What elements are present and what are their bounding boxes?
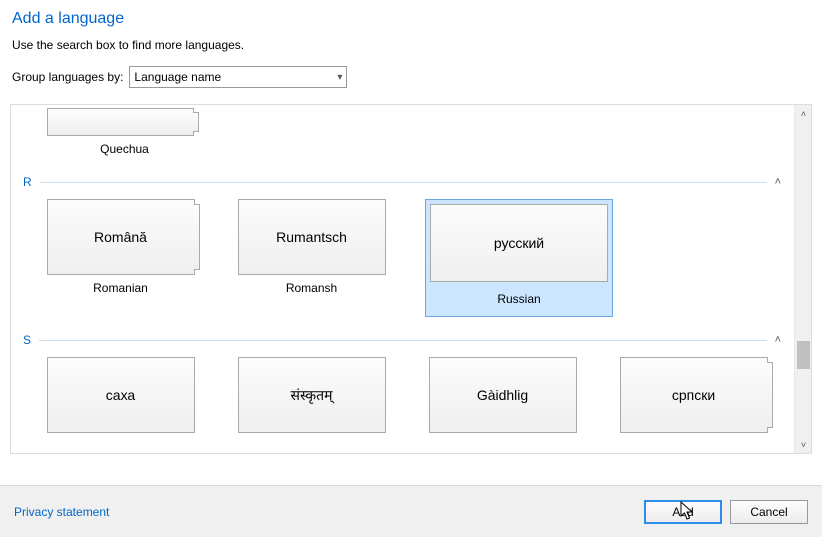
group-by-value: Language name: [134, 70, 221, 84]
language-tile-romansh[interactable]: Rumantsch Romansh: [234, 199, 389, 317]
language-tile-label: Quechua: [47, 142, 202, 156]
footer-bar: Privacy statement Add Cancel: [0, 485, 822, 537]
language-tile-gaelic[interactable]: Gàidhlig: [425, 357, 580, 433]
language-english-label: Romansh: [286, 281, 337, 295]
language-tile-serbian[interactable]: српски: [616, 357, 771, 433]
section-divider: [39, 340, 767, 341]
language-tile-romanian[interactable]: Română Romanian: [43, 199, 198, 317]
language-tile-sakha[interactable]: саха: [43, 357, 198, 433]
language-native-label: русский: [494, 235, 544, 251]
chevron-up-icon[interactable]: ˄: [775, 176, 781, 188]
language-native-label: Română: [94, 229, 147, 245]
page-subtitle: Use the search box to find more language…: [12, 38, 810, 52]
language-native-label: संस्कृतम्: [290, 386, 332, 405]
language-list: Quechua R ˄ Română Romanian Rumantsch Ro…: [10, 104, 812, 454]
section-letter: R: [23, 175, 32, 189]
language-native-label: Rumantsch: [276, 229, 347, 245]
language-native-label: саха: [106, 387, 135, 403]
cancel-button[interactable]: Cancel: [730, 500, 808, 524]
language-tile-russian-selected[interactable]: русский Russian: [425, 199, 613, 317]
scroll-up-icon[interactable]: ˄: [795, 105, 812, 122]
add-button[interactable]: Add: [644, 500, 722, 524]
language-tile-sanskrit[interactable]: संस्कृतम्: [234, 357, 389, 433]
chevron-up-icon[interactable]: ˄: [775, 334, 781, 346]
language-english-label: Russian: [497, 292, 540, 312]
section-header-r[interactable]: R ˄: [23, 175, 787, 189]
scroll-down-icon[interactable]: ˅: [795, 436, 812, 453]
scrollbar-thumb[interactable]: [797, 341, 810, 369]
section-header-s[interactable]: S ˄: [23, 333, 787, 347]
page-title: Add a language: [12, 10, 810, 28]
privacy-link[interactable]: Privacy statement: [14, 505, 109, 519]
language-native-label: српски: [672, 387, 715, 403]
language-english-label: Romanian: [93, 281, 148, 295]
language-native-label: Gàidhlig: [477, 387, 528, 403]
section-divider: [40, 182, 767, 183]
section-letter: S: [23, 333, 31, 347]
scrollbar[interactable]: ˄ ˅: [794, 105, 811, 453]
chevron-down-icon: ▾: [337, 72, 342, 83]
group-by-label: Group languages by:: [12, 70, 123, 84]
language-tile-quechua[interactable]: [47, 108, 194, 136]
group-by-select[interactable]: Language name ▾: [129, 66, 347, 88]
